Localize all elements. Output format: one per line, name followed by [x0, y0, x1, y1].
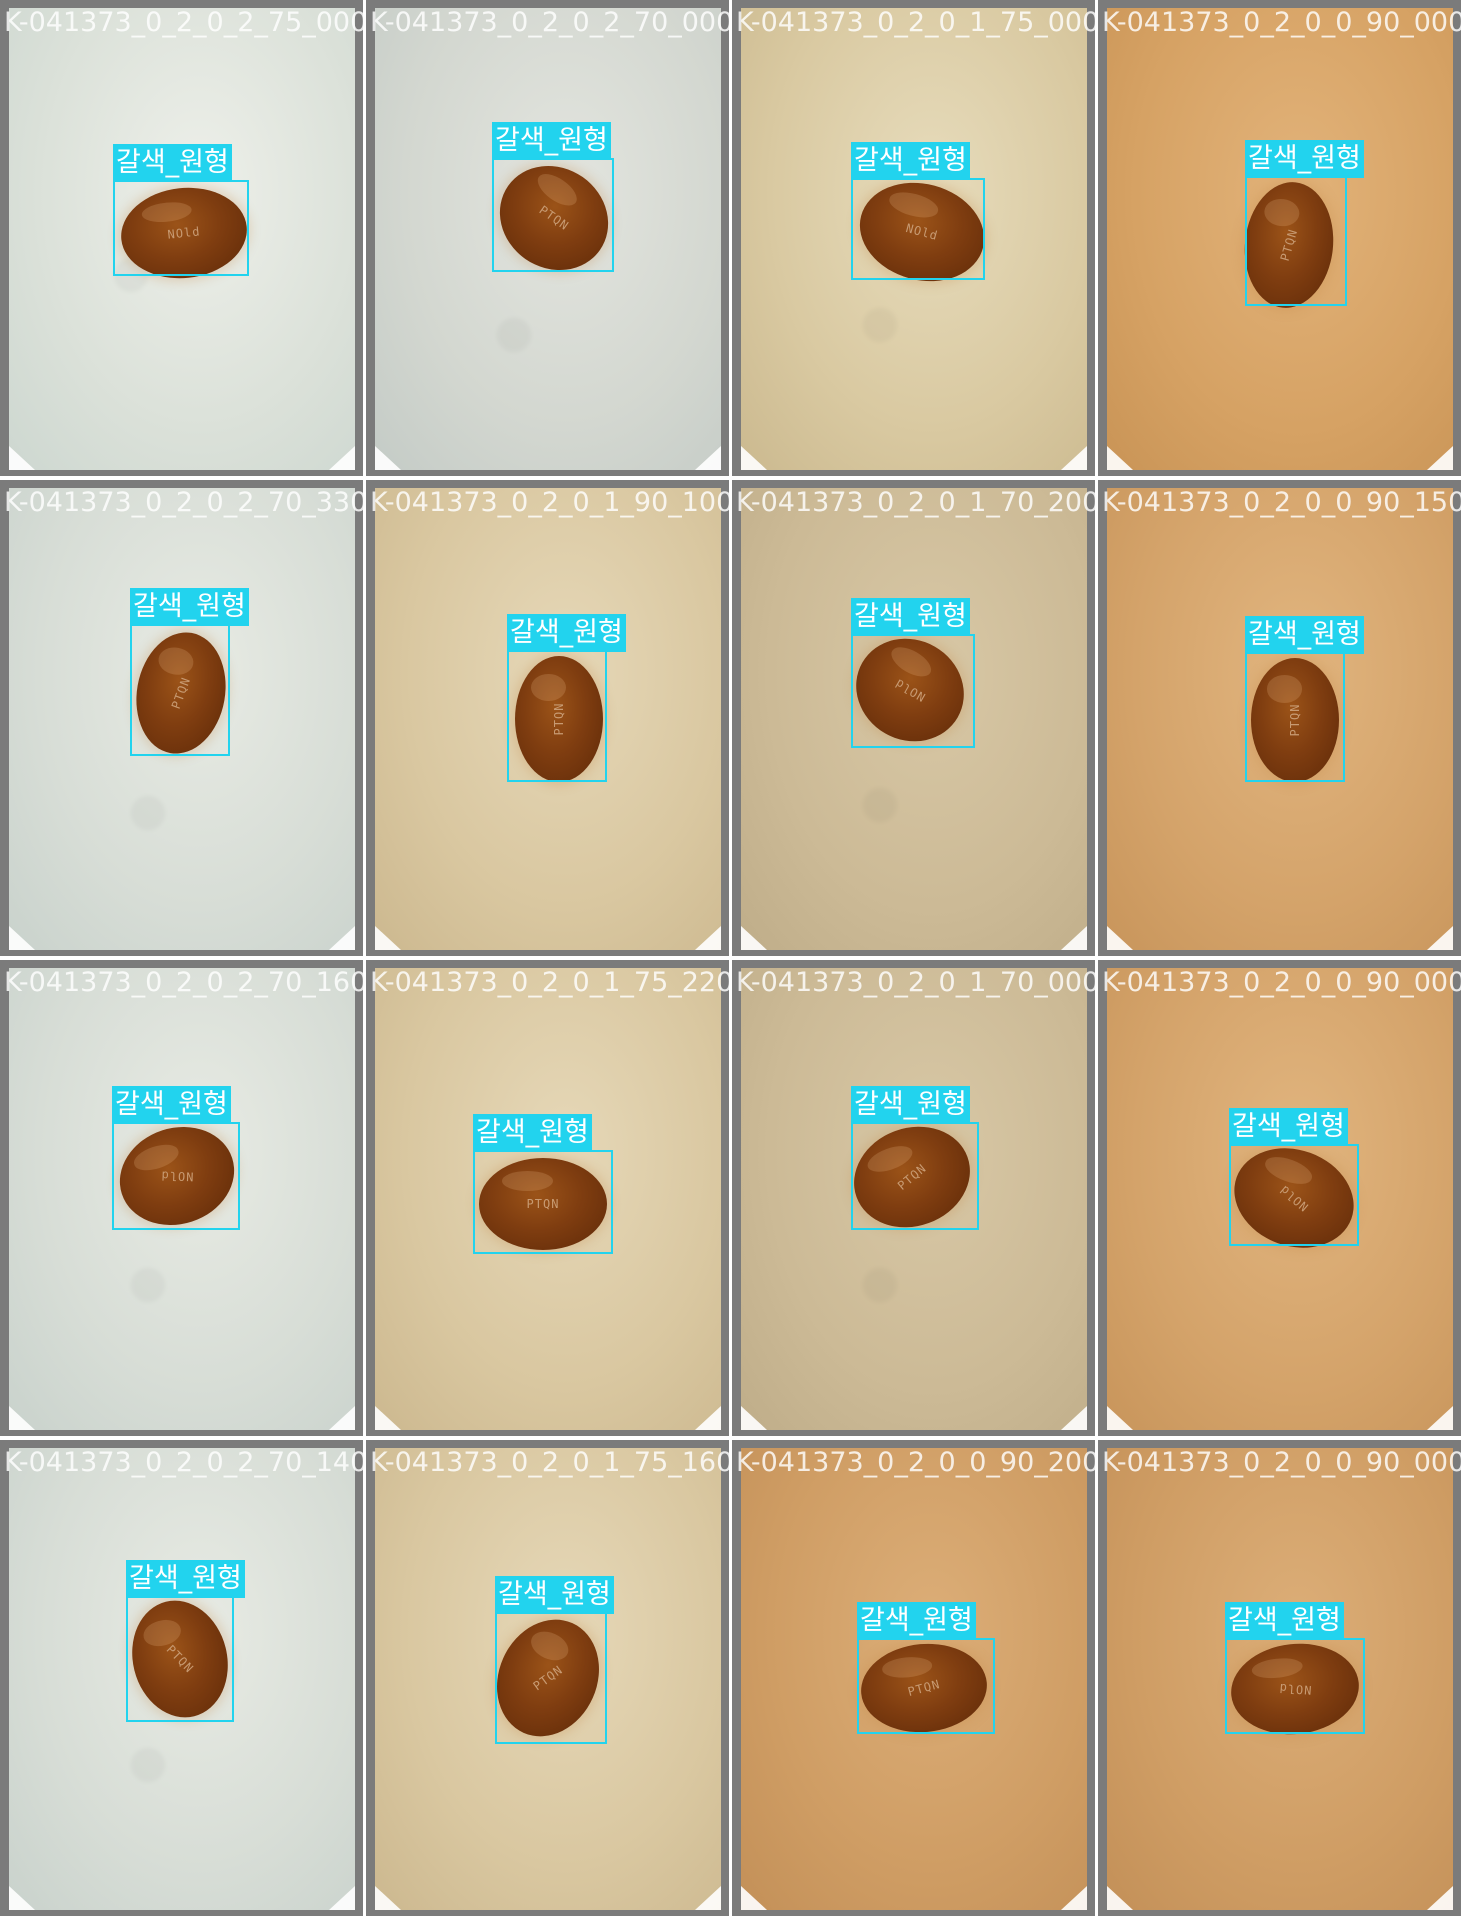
photo: PTQN 갈색_원형 [9, 488, 355, 950]
photo: NOld 갈색_원형 [1107, 968, 1453, 1430]
filename-label: K-041373_0_2_0_2_70_330_200.png [4, 487, 366, 518]
detection-box[interactable]: 갈색_원형 [112, 1086, 240, 1230]
photo: NOld 갈색_원형 [9, 968, 355, 1430]
tile-16: NOld 갈색_원형 K-041373_0_2_0_0_90_000_200.p… [1098, 1440, 1464, 1920]
detection-label: 갈색_원형 [851, 142, 970, 180]
detection-label: 갈색_원형 [1229, 1108, 1348, 1146]
detection-label: 갈색_원형 [507, 614, 626, 652]
photo: PTQN 갈색_원형 [9, 1448, 355, 1910]
detection-box[interactable]: 갈색_원형 [492, 122, 614, 272]
tile-12: NOld 갈색_원형 K-041373_0_2_0_0_90_000_200.p… [1098, 960, 1464, 1440]
detection-box[interactable]: 갈색_원형 [851, 1086, 979, 1230]
tile-8: PTQN 갈색_원형 K-041373_0_2_0_0_90_150_200.p… [1098, 480, 1464, 960]
photo: PTQN 갈색_원형 [375, 1448, 721, 1910]
detection-box[interactable]: 갈색_원형 [495, 1576, 614, 1744]
photo: NOld 갈색_원형 [741, 8, 1087, 470]
detection-label: 갈색_원형 [851, 1086, 970, 1124]
detection-box[interactable]: 갈색_원형 [851, 598, 975, 748]
photo: PTQN 갈색_원형 [1107, 488, 1453, 950]
filename-label: K-041373_0_2_0_1_75_220_200.png [370, 967, 732, 998]
detection-label: 갈색_원형 [130, 588, 249, 626]
detection-box[interactable]: 갈색_원형 [113, 144, 249, 276]
filename-label: K-041373_0_2_0_2_70_140_200.png [4, 1447, 366, 1478]
detection-label: 갈색_원형 [1245, 140, 1364, 178]
filename-label: K-041373_0_2_0_2_70_000_200.png [370, 7, 732, 38]
tile-6: PTQN 갈색_원형 K-041373_0_2_0_1_90_100_200.p… [366, 480, 732, 960]
detection-box[interactable]: 갈색_원형 [1245, 616, 1364, 782]
detection-box[interactable]: 갈색_원형 [507, 614, 626, 782]
tile-11: PTQN 갈색_원형 K-041373_0_2_0_1_70_000_200.p… [732, 960, 1098, 1440]
tile-10: PTQN 갈색_원형 K-041373_0_2_0_1_75_220_200.p… [366, 960, 732, 1440]
photo: PTQN 갈색_원형 [375, 8, 721, 470]
tile-15: PTQN 갈색_원형 K-041373_0_2_0_0_90_200_200.p… [732, 1440, 1098, 1920]
detection-label: 갈색_원형 [112, 1086, 231, 1124]
detection-box[interactable]: 갈색_원형 [473, 1114, 613, 1254]
filename-label: K-041373_0_2_0_0_90_000_200.png [1102, 1447, 1464, 1478]
filename-label: K-041373_0_2_0_0_90_000_200.png [1102, 967, 1464, 998]
tile-1: NOld 갈색_원형 K-041373_0_2_0_2_75_000_200.p… [0, 0, 366, 480]
filename-label: K-041373_0_2_0_1_75_160_200.png [370, 1447, 732, 1478]
detection-label: 갈색_원형 [473, 1114, 592, 1152]
filename-label: K-041373_0_2_0_1_70_200_200.png [736, 487, 1098, 518]
filename-label: K-041373_0_2_0_2_75_000_200.png [4, 7, 366, 38]
image-grid: NOld 갈색_원형 K-041373_0_2_0_2_75_000_200.p… [0, 0, 1464, 1920]
detection-label: 갈색_원형 [126, 1560, 245, 1598]
tile-4: PTQN 갈색_원형 K-041373_0_2_0_0_90_000_200.p… [1098, 0, 1464, 480]
tile-14: PTQN 갈색_원형 K-041373_0_2_0_1_75_160_200.p… [366, 1440, 732, 1920]
tile-3: NOld 갈색_원형 K-041373_0_2_0_1_75_000_200.p… [732, 0, 1098, 480]
tile-7: NOld 갈색_원형 K-041373_0_2_0_1_70_200_200.p… [732, 480, 1098, 960]
filename-label: K-041373_0_2_0_0_90_150_200.png [1102, 487, 1464, 518]
detection-box[interactable]: 갈색_원형 [1229, 1108, 1359, 1246]
filename-label: K-041373_0_2_0_0_90_000_200.png [1102, 7, 1464, 38]
detection-label: 갈색_원형 [857, 1602, 976, 1640]
detection-label: 갈색_원형 [1225, 1602, 1344, 1640]
filename-label: K-041373_0_2_0_1_90_100_200.png [370, 487, 732, 518]
detection-label: 갈색_원형 [492, 122, 611, 160]
photo: PTQN 갈색_원형 [375, 968, 721, 1430]
detection-label: 갈색_원형 [1245, 616, 1364, 654]
tile-2: PTQN 갈색_원형 K-041373_0_2_0_2_70_000_200.p… [366, 0, 732, 480]
detection-label: 갈색_원형 [113, 144, 232, 182]
photo: PTQN 갈색_원형 [741, 968, 1087, 1430]
detection-box[interactable]: 갈색_원형 [857, 1602, 995, 1734]
detection-box[interactable]: 갈색_원형 [851, 142, 985, 280]
filename-label: K-041373_0_2_0_1_70_000_200.png [736, 967, 1098, 998]
filename-label: K-041373_0_2_0_1_75_000_200.png [736, 7, 1098, 38]
tile-9: NOld 갈색_원형 K-041373_0_2_0_2_70_160_200.p… [0, 960, 366, 1440]
tile-5: PTQN 갈색_원형 K-041373_0_2_0_2_70_330_200.p… [0, 480, 366, 960]
filename-label: K-041373_0_2_0_0_90_200_200.png [736, 1447, 1098, 1478]
detection-box[interactable]: 갈색_원형 [130, 588, 249, 756]
photo: PTQN 갈색_원형 [741, 1448, 1087, 1910]
photo: NOld 갈색_원형 [9, 8, 355, 470]
detection-box[interactable]: 갈색_원형 [126, 1560, 245, 1722]
tile-13: PTQN 갈색_원형 K-041373_0_2_0_2_70_140_200.p… [0, 1440, 366, 1920]
filename-label: K-041373_0_2_0_2_70_160_200.png [4, 967, 366, 998]
photo: NOld 갈색_원형 [1107, 1448, 1453, 1910]
detection-box[interactable]: 갈색_원형 [1225, 1602, 1365, 1734]
detection-label: 갈색_원형 [495, 1576, 614, 1614]
photo: PTQN 갈색_원형 [375, 488, 721, 950]
photo: NOld 갈색_원형 [741, 488, 1087, 950]
detection-label: 갈색_원형 [851, 598, 970, 636]
photo: PTQN 갈색_원형 [1107, 8, 1453, 470]
detection-box[interactable]: 갈색_원형 [1245, 140, 1364, 306]
